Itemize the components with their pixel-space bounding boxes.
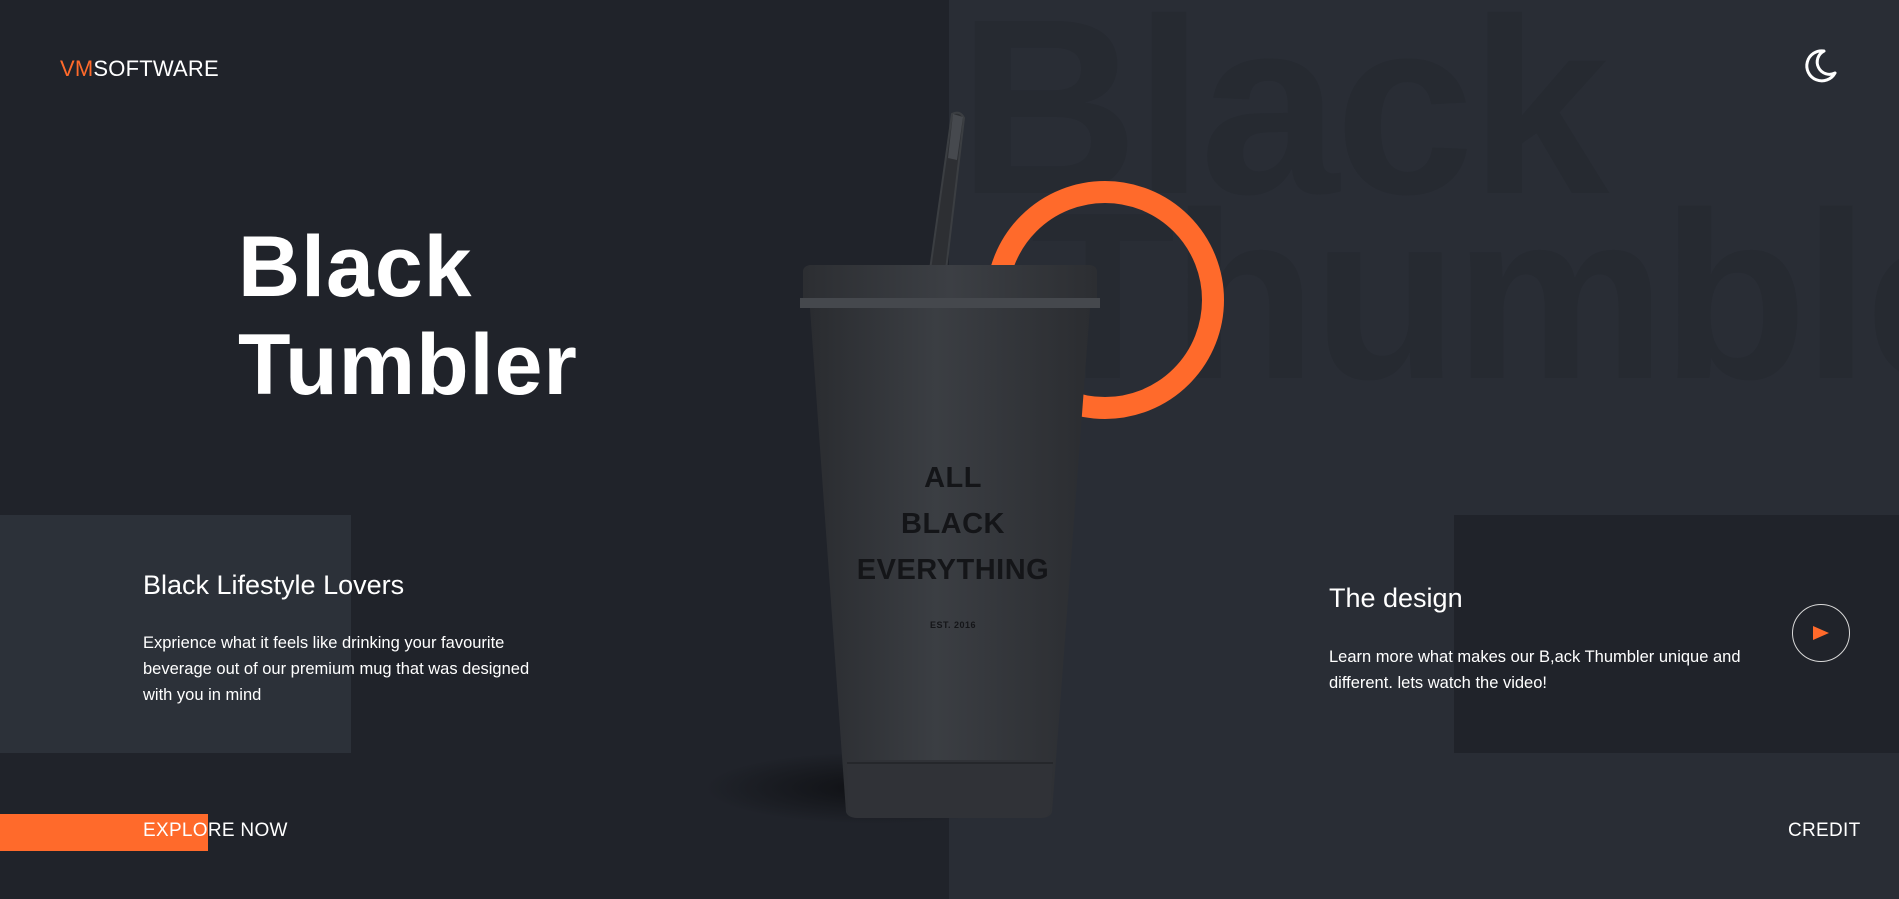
moon-icon[interactable]	[1800, 46, 1840, 86]
play-icon	[1813, 626, 1829, 640]
logo-accent: VM	[60, 56, 94, 81]
hero-title-line-1: Black	[238, 219, 473, 315]
left-card-title: Black Lifestyle Lovers	[143, 570, 405, 600]
landing-page: Black Thumble ALL BLACK EVERYTHING EST. …	[0, 0, 1899, 899]
play-video-button[interactable]	[1792, 604, 1850, 662]
logo-rest: SOFTWARE	[93, 56, 219, 81]
tumbler-print-line-2: BLACK	[901, 508, 1005, 540]
tumbler-print-text: ALL BLACK EVERYTHING	[818, 455, 1088, 593]
right-card-text: Learn more what makes our B,ack Thumbler…	[1329, 648, 1741, 692]
hero-title-line-2: Tumbler	[238, 317, 578, 413]
tumbler-print-line-1: ALL	[924, 462, 982, 494]
tumbler-print-line-3: EVERYTHING	[856, 554, 1050, 586]
brand-logo[interactable]: VMSOFTWARE	[60, 56, 219, 82]
left-card-text: Exprience what it feels like drinking yo…	[143, 634, 530, 704]
explore-now-button[interactable]: EXPLORE NOW	[143, 820, 288, 842]
credit-link[interactable]: CREDIT	[1788, 820, 1861, 842]
hero-title: Black Tumbler	[238, 218, 578, 414]
tumbler-print-est: EST. 2016	[929, 620, 977, 630]
right-card-title: The design	[1329, 583, 1463, 613]
